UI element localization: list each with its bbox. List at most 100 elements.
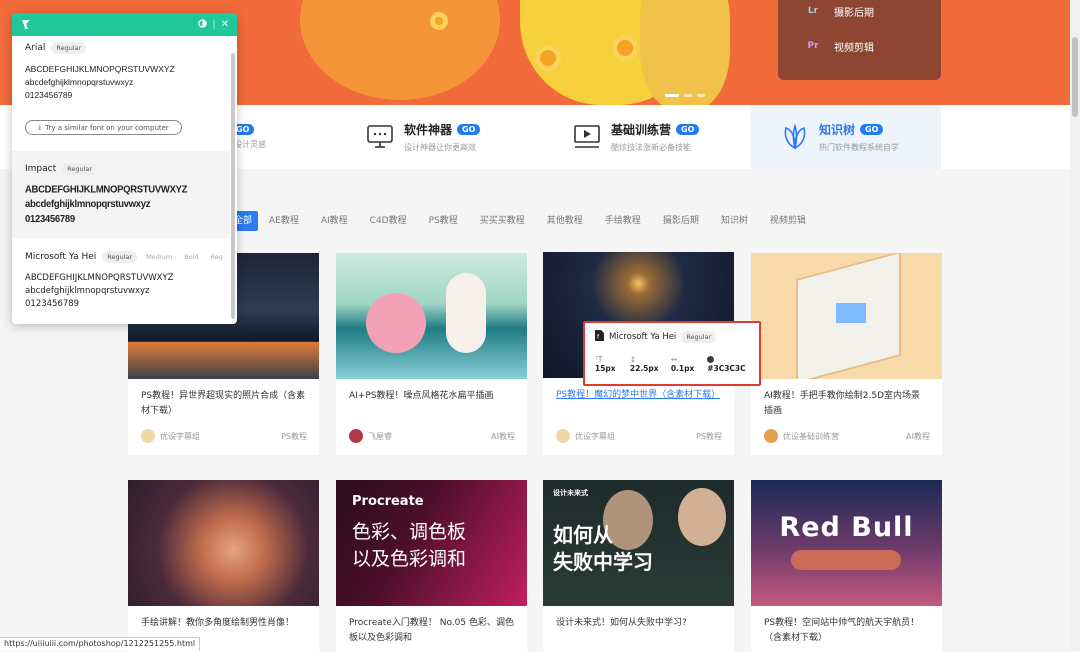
style-tag[interactable]: Bold <box>181 251 201 263</box>
card-author[interactable]: 优设基础训练营 <box>783 431 839 442</box>
scrollbar-thumb[interactable] <box>1072 37 1078 117</box>
nav-subtitle: 热门软件教程系统自学 <box>819 143 899 152</box>
flower-decoration <box>535 45 561 71</box>
lightroom-icon: Lr <box>807 6 819 16</box>
color-swatch <box>707 356 715 363</box>
card-category[interactable]: PS教程 <box>696 431 722 442</box>
card-title: PS教程！空间站中帅气的航天宇航员！（含素材下载） <box>764 618 920 643</box>
nav-title: 软件神器 <box>404 123 453 137</box>
card-thumbnail: Red Bull <box>751 480 942 606</box>
tutorial-card[interactable]: AI教程！手把手教你绘制2.5D室内场景插画 优设基础训练营 AI教程 <box>751 253 942 455</box>
page-scrollbar[interactable] <box>1070 0 1080 651</box>
hero-illustration-shape <box>300 0 500 100</box>
card-category[interactable]: PS教程 <box>281 431 307 442</box>
tutorial-card[interactable]: 设计未来式 如何从 失败中学习 设计未来式！如何从失败中学习? <box>543 480 734 652</box>
font-name: Impact <box>25 164 57 174</box>
search-similar-font-button[interactable]: ⤓ Try a similar font on your computer <box>25 120 182 135</box>
line-height-icon: ↕ <box>629 355 637 364</box>
close-icon[interactable]: ✕ <box>221 19 229 30</box>
card-category[interactable]: AI教程 <box>491 431 515 442</box>
filter-ps[interactable]: PS教程 <box>418 211 469 231</box>
filter-knowledge[interactable]: 知识树 <box>710 211 759 231</box>
flower-decoration <box>612 35 638 61</box>
filter-c4d[interactable]: C4D教程 <box>359 211 418 231</box>
video-play-icon <box>573 123 601 151</box>
popup-header: | ✕ <box>12 13 237 36</box>
panel-item-lr[interactable]: Lr 摄影后期 <box>804 2 874 20</box>
card-title: 设计未来式！如何从失败中学习? <box>556 618 687 628</box>
font-inspector-popup[interactable]: | ✕ Arial Regular ABCDEFGHIJKLMNOPQRSTUVW… <box>12 13 237 324</box>
author-avatar <box>556 429 570 443</box>
filter-video[interactable]: 视频剪辑 <box>759 211 817 231</box>
style-tag[interactable]: Regular <box>51 42 87 54</box>
card-thumbnail <box>751 253 942 379</box>
sample-digits: 0123456789 <box>25 213 75 225</box>
font-entry-yahei[interactable]: Microsoft Ya Hei Regular Medium Bold Reg ABC… <box>12 251 230 311</box>
style-tag[interactable]: Regular <box>62 163 98 175</box>
overlay-brand: Procreate <box>352 494 424 509</box>
font-size-metric: ᵀT 15px <box>595 355 622 373</box>
font-name: Microsoft Ya Hei <box>25 252 97 262</box>
filter-other[interactable]: 其他教程 <box>536 211 594 231</box>
overlay-brand: Red Bull <box>779 512 914 543</box>
sample-digits: 0123456789 <box>25 299 80 309</box>
tutorial-card[interactable]: AI+PS教程！噪点风格花水扁平插画 飞屋睿 AI教程 <box>336 253 527 455</box>
font-entry-impact[interactable]: Impact Regular ABCDEFGHIJKLMNOPQRSTUVWXYZ… <box>12 163 230 226</box>
card-author[interactable]: 优设字幕组 <box>160 431 200 442</box>
filter-ae[interactable]: AE教程 <box>258 211 310 231</box>
nav-subtitle: 酷炫技法涨新必备技能 <box>611 143 691 152</box>
tooltip-font-name: Microsoft Ya Hei <box>609 332 677 342</box>
filter-photography[interactable]: 摄影后期 <box>652 211 710 231</box>
font-file-icon: f <box>595 330 604 344</box>
panel-item-label: 摄影后期 <box>834 7 874 19</box>
theme-toggle-icon[interactable] <box>198 18 207 31</box>
letter-spacing-icon: ↔ <box>670 355 678 364</box>
tutorial-card[interactable]: Procreate 色彩、调色板 以及色彩调和 Procreate入门教程！ N… <box>336 480 527 652</box>
go-badge: GO <box>676 124 700 135</box>
nav-title: 基础训练营 <box>611 123 672 137</box>
filter-ai[interactable]: AI教程 <box>310 211 359 231</box>
overlay-text: 如何从 <box>553 523 613 547</box>
sample-uppercase: ABCDEFGHIJKLMNOPQRSTUVWXYZ <box>25 273 174 283</box>
color-metric: #3C3C3C <box>707 355 749 373</box>
premiere-icon: Pr <box>807 41 819 51</box>
tutorial-card[interactable]: Red Bull PS教程！空间站中帅气的航天宇航员！（含素材下载） <box>751 480 942 652</box>
card-title: AI+PS教程！噪点风格花水扁平插画 <box>349 391 494 401</box>
tutorial-card[interactable]: 手绘讲解！教你多角度绘制男性肖像！ <box>128 480 319 652</box>
nav-item-software[interactable]: 软件神器 GO 设计神器让你更高效 <box>366 105 481 169</box>
author-avatar <box>349 429 363 443</box>
font-entry-arial[interactable]: Arial Regular ABCDEFGHIJKLMNOPQRSTUVWXYZ … <box>12 42 230 102</box>
extension-logo-icon <box>20 15 32 34</box>
font-size-icon: ᵀT <box>595 355 603 364</box>
overlay-text-wrap: 如何从 失败中学习 <box>553 522 653 576</box>
hero-illustration-shape <box>640 0 730 105</box>
card-title: AI教程！手把手教你绘制2.5D室内场景插画 <box>764 391 921 416</box>
nav-item-training[interactable]: 基础训练营 GO 酷炫技法涨新必备技能 <box>573 105 700 169</box>
style-tag[interactable]: Reg <box>208 251 226 263</box>
line-height-metric: ↕ 22.5px <box>630 355 663 373</box>
panel-item-pr[interactable]: Pr 视频剪辑 <box>804 37 874 55</box>
font-name: Arial <box>25 43 46 53</box>
overlay-text: 失败中学习 <box>553 550 653 574</box>
line-height-value: 22.5px <box>629 364 659 373</box>
style-tag[interactable]: Regular <box>102 251 138 263</box>
card-thumbnail <box>336 253 527 379</box>
popup-scrollbar[interactable] <box>231 53 235 319</box>
sample-uppercase: ABCDEFGHIJKLMNOPQRSTUVWXYZ <box>25 64 175 74</box>
style-tag[interactable]: Medium <box>143 251 175 263</box>
sample-lowercase: abcdefghijklmnopqrstuvwxyz <box>25 77 134 87</box>
filter-handdrawn[interactable]: 手绘教程 <box>594 211 652 231</box>
card-title: Procreate入门教程！ No.05 色彩、调色板以及色彩调和 <box>349 618 514 643</box>
card-category[interactable]: AI教程 <box>906 431 930 442</box>
nav-item-knowledge-tree[interactable]: 知识树 GO 热门软件教程系统自学 <box>781 105 899 169</box>
card-thumbnail: Procreate 色彩、调色板 以及色彩调和 <box>336 480 527 606</box>
card-thumbnail: 设计未来式 如何从 失败中学习 <box>543 480 734 606</box>
card-author[interactable]: 飞屋睿 <box>368 431 392 442</box>
hero-side-panel: Lr 摄影后期 Pr 视频剪辑 <box>778 0 941 80</box>
carousel-indicator[interactable] <box>665 94 705 97</box>
font-info-tooltip: f Microsoft Ya Hei Regular ᵀT 15px ↕ 22.… <box>583 321 761 386</box>
filter-maimai[interactable]: 买买买教程 <box>469 211 536 231</box>
card-author[interactable]: 优设字幕组 <box>575 431 615 442</box>
download-icon: ⤓ <box>38 123 42 131</box>
leaf-icon <box>781 123 809 151</box>
